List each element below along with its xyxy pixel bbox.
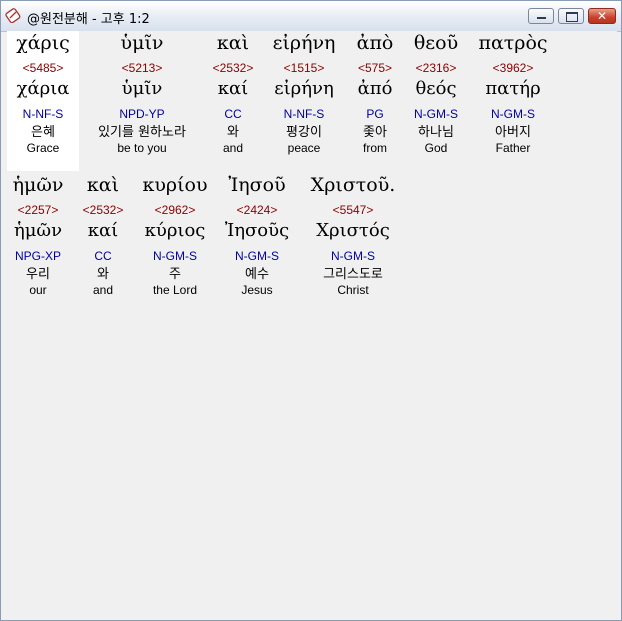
korean-gloss: 그리스도로 bbox=[323, 267, 383, 282]
app-window: @원전분해 - 고후 1:2 ✕ χάρις <5485> χάρια N-NF… bbox=[0, 0, 622, 621]
lemma: ἡμῶν bbox=[13, 220, 63, 241]
korean-gloss: 평강이 bbox=[286, 125, 322, 140]
minimize-button[interactable] bbox=[528, 8, 554, 24]
korean-gloss: 은혜 bbox=[31, 125, 55, 140]
korean-gloss: 좇아 bbox=[363, 125, 387, 140]
english-gloss: our bbox=[29, 283, 47, 297]
english-gloss: be to you bbox=[117, 141, 167, 155]
greek-word: χάρις bbox=[16, 32, 70, 54]
greek-word: καὶ bbox=[216, 32, 250, 54]
greek-word: καὶ bbox=[86, 174, 120, 196]
parsing-code[interactable]: CC bbox=[77, 248, 129, 264]
strong-number[interactable]: <2257> bbox=[7, 202, 69, 218]
interlinear-view[interactable]: χάρις <5485> χάρια N-NF-S 은혜 Grace ὑμῖν … bbox=[7, 31, 617, 616]
english-gloss: God bbox=[424, 141, 448, 155]
strong-number[interactable]: <2962> bbox=[135, 202, 215, 218]
lemma: ὑμῖν bbox=[121, 78, 163, 99]
lemma: καί bbox=[87, 220, 119, 241]
korean-gloss: 와 bbox=[97, 267, 109, 282]
close-button[interactable]: ✕ bbox=[588, 8, 616, 24]
close-icon: ✕ bbox=[597, 9, 608, 23]
greek-word: ἀπὸ bbox=[356, 32, 394, 54]
lemma: ἀπό bbox=[357, 78, 393, 99]
parsing-code[interactable]: N-NF-S bbox=[7, 106, 79, 122]
word-block[interactable]: Χριστοῦ. <5547> Χριστός N-GM-S 그리스도로 Chr… bbox=[303, 173, 403, 298]
parsing-code[interactable]: N-NF-S bbox=[265, 106, 343, 122]
parsing-code[interactable]: N-GM-S bbox=[471, 106, 555, 122]
lemma: κύριος bbox=[144, 220, 206, 241]
word-block[interactable]: ἀπὸ <575> ἀπό PG 좇아 from bbox=[347, 31, 403, 156]
greek-word: Χριστοῦ. bbox=[310, 174, 396, 196]
strong-number[interactable]: <2424> bbox=[217, 202, 297, 218]
word-block[interactable]: καὶ <2532> καί CC 와 and bbox=[207, 31, 259, 156]
korean-gloss: 아버지 bbox=[495, 125, 531, 140]
window-title: @원전분해 - 고후 1:2 bbox=[27, 12, 150, 27]
strong-number[interactable]: <2532> bbox=[77, 202, 129, 218]
strong-number[interactable]: <2532> bbox=[207, 60, 259, 76]
lemma: καί bbox=[217, 78, 249, 99]
greek-word: θεοῦ bbox=[413, 32, 459, 54]
strong-number[interactable]: <1515> bbox=[265, 60, 343, 76]
greek-word: πατρὸς bbox=[478, 32, 548, 54]
korean-gloss: 하나님 bbox=[418, 125, 454, 140]
word-block[interactable]: χάρις <5485> χάρια N-NF-S 은혜 Grace bbox=[7, 31, 79, 171]
lemma: Ἰησοῦς bbox=[224, 220, 290, 241]
word-block[interactable]: ἡμῶν <2257> ἡμῶν NPG-XP 우리 our bbox=[7, 173, 69, 298]
parsing-code[interactable]: CC bbox=[207, 106, 259, 122]
lemma: θεός bbox=[415, 78, 457, 99]
korean-gloss: 주 bbox=[169, 267, 181, 282]
word-block[interactable]: καὶ <2532> καί CC 와 and bbox=[77, 173, 129, 298]
english-gloss: Jesus bbox=[241, 283, 273, 297]
lemma: Χριστός bbox=[316, 220, 390, 241]
korean-gloss: 예수 bbox=[245, 267, 269, 282]
english-gloss: and bbox=[222, 141, 244, 155]
app-book-icon bbox=[5, 8, 21, 23]
maximize-button[interactable] bbox=[558, 8, 584, 24]
strong-number[interactable]: <2316> bbox=[405, 60, 467, 76]
maximize-icon bbox=[566, 12, 578, 22]
word-block[interactable]: κυρίου <2962> κύριος N-GM-S 주 the Lord bbox=[135, 173, 215, 298]
lemma: πατήρ bbox=[485, 78, 541, 99]
strong-number[interactable]: <5485> bbox=[7, 60, 79, 76]
word-block[interactable]: ὑμῖν <5213> ὑμῖν NPD-YP 있기를 원하노라 be to y… bbox=[81, 31, 203, 156]
parsing-code[interactable]: N-GM-S bbox=[217, 248, 297, 264]
english-gloss: peace bbox=[287, 141, 321, 155]
parsing-code[interactable]: N-GM-S bbox=[303, 248, 403, 264]
parsing-code[interactable]: N-GM-S bbox=[135, 248, 215, 264]
greek-word: ἡμῶν bbox=[12, 174, 64, 196]
lemma: εἰρήνη bbox=[274, 78, 334, 99]
greek-word: εἰρήνη bbox=[272, 32, 336, 54]
greek-word: ὑμῖν bbox=[120, 32, 164, 54]
strong-number[interactable]: <575> bbox=[347, 60, 403, 76]
english-gloss: from bbox=[363, 141, 387, 155]
greek-word: Ἰησοῦ bbox=[228, 174, 286, 196]
strong-number[interactable]: <5213> bbox=[81, 60, 203, 76]
english-gloss: Father bbox=[495, 141, 531, 155]
minimize-icon bbox=[537, 17, 546, 19]
english-gloss: and bbox=[92, 283, 114, 297]
parsing-code[interactable]: NPD-YP bbox=[81, 106, 203, 122]
strong-number[interactable]: <5547> bbox=[303, 202, 403, 218]
english-gloss: Christ bbox=[337, 283, 369, 297]
korean-gloss: 우리 bbox=[26, 267, 50, 282]
korean-gloss: 와 bbox=[227, 125, 239, 140]
english-gloss: the Lord bbox=[152, 283, 198, 297]
strong-number[interactable]: <3962> bbox=[471, 60, 555, 76]
english-gloss: Grace bbox=[26, 141, 60, 155]
word-block[interactable]: εἰρήνη <1515> εἰρήνη N-NF-S 평강이 peace bbox=[265, 31, 343, 156]
word-block[interactable]: πατρὸς <3962> πατήρ N-GM-S 아버지 Father bbox=[471, 31, 555, 156]
greek-word: κυρίου bbox=[142, 174, 208, 196]
lemma: χάρια bbox=[16, 78, 70, 99]
word-block[interactable]: θεοῦ <2316> θεός N-GM-S 하나님 God bbox=[405, 31, 467, 156]
parsing-code[interactable]: PG bbox=[347, 106, 403, 122]
korean-gloss: 있기를 원하노라 bbox=[98, 125, 186, 140]
parsing-code[interactable]: NPG-XP bbox=[7, 248, 69, 264]
word-block[interactable]: Ἰησοῦ <2424> Ἰησοῦς N-GM-S 예수 Jesus bbox=[217, 173, 297, 298]
title-bar[interactable]: @원전분해 - 고후 1:2 ✕ bbox=[1, 1, 621, 32]
parsing-code[interactable]: N-GM-S bbox=[405, 106, 467, 122]
